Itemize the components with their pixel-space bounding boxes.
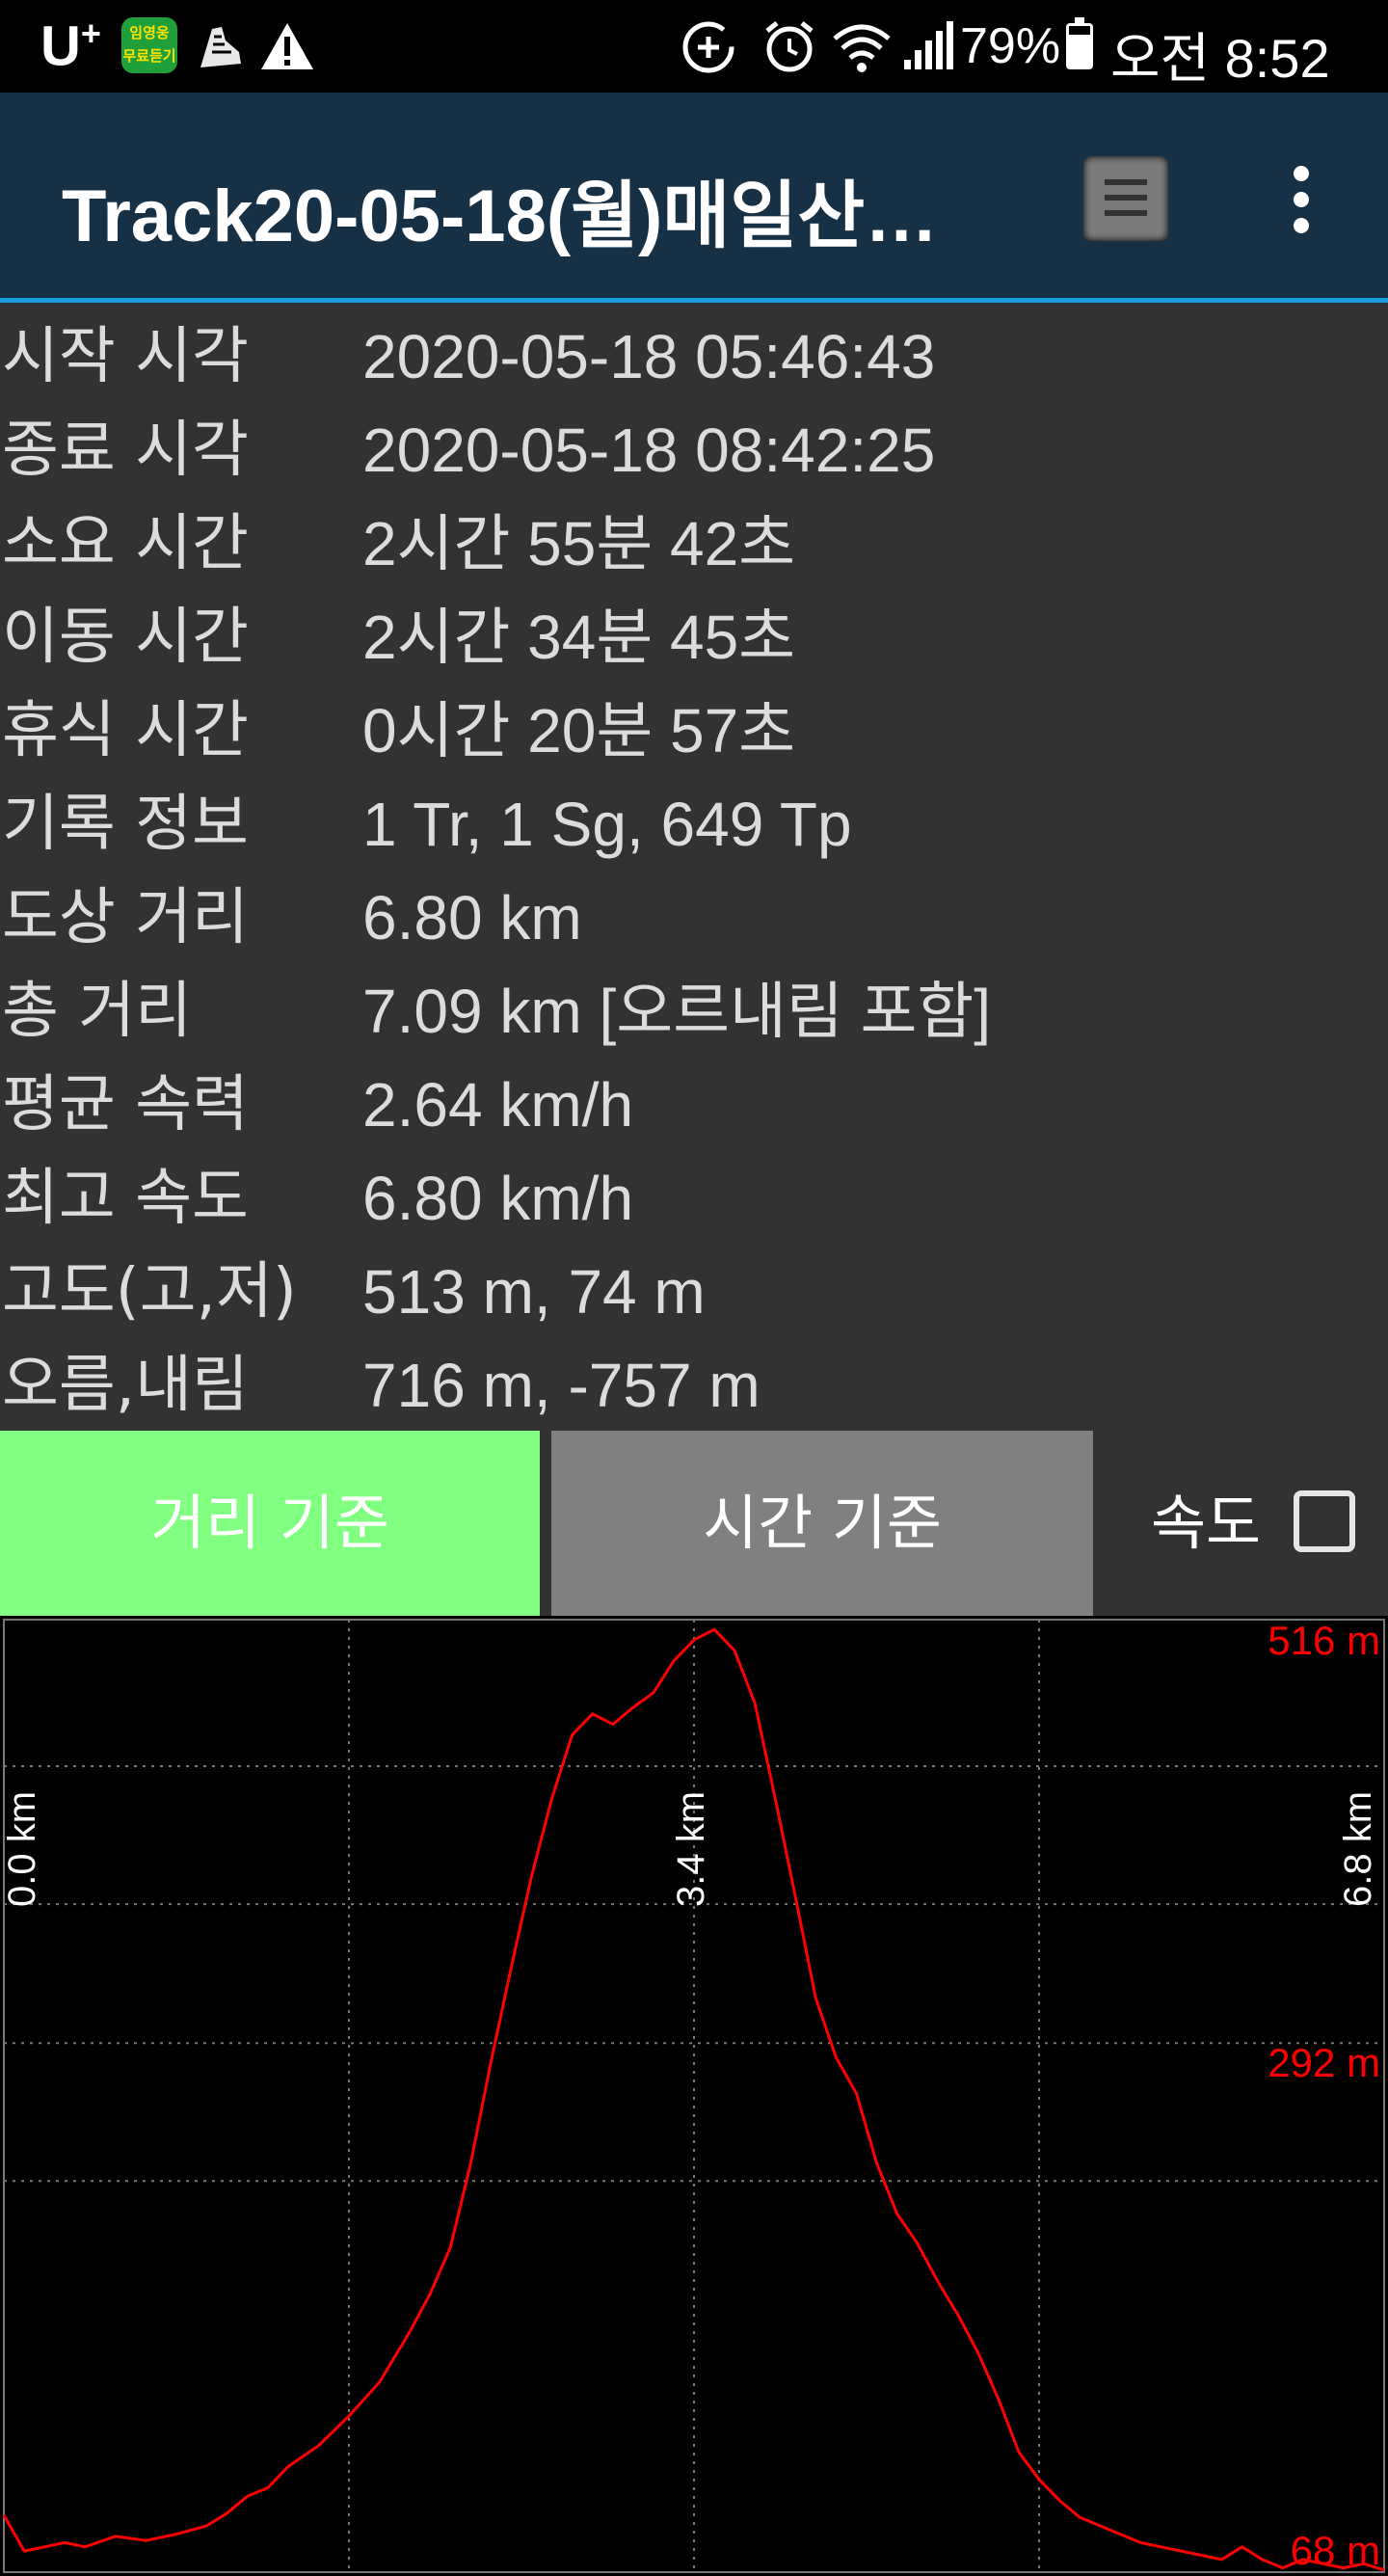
page-title: Track20-05-18(월)매일산… (62, 175, 939, 257)
track-stats: 시작 시각 2020-05-18 05:46:43 종료 시각 2020-05-18 … (0, 310, 1388, 1433)
stat-value: 6.80 km/h (362, 1164, 634, 1233)
y-tick-label-top: 516 m (1268, 1618, 1380, 1663)
stat-row: 도상 거리 6.80 km (0, 872, 1388, 965)
distance-basis-button[interactable]: 거리 기준 (0, 1431, 540, 1616)
signal-icon (904, 21, 953, 69)
stat-value: 2020-05-18 08:42:25 (362, 416, 936, 485)
stat-label: 도상 거리 (2, 882, 249, 953)
stat-value: 6.80 km (362, 883, 582, 953)
stat-row: 기록 정보 1 Tr, 1 Sg, 649 Tp (0, 778, 1388, 872)
stat-row: 오름,내림 716 m, -757 m (0, 1339, 1388, 1433)
time-basis-button[interactable]: 시간 기준 (551, 1431, 1093, 1616)
y-tick-label-mid: 292 m (1268, 2040, 1380, 2085)
app-bar: Track20-05-18(월)매일산… (0, 93, 1388, 303)
more-options-icon[interactable] (1282, 166, 1321, 233)
alarm-icon (765, 21, 814, 72)
stat-row: 고도(고,저) 513 m, 74 m (0, 1246, 1388, 1339)
stat-row: 소요 시간 2시간 55분 42초 (0, 497, 1388, 591)
clock: 오전 8:52 (1110, 28, 1330, 89)
stat-row: 종료 시각 2020-05-18 08:42:25 (0, 404, 1388, 497)
stat-value: 0시간 20분 57초 (362, 696, 796, 765)
battery-percent: 79% (960, 18, 1061, 74)
stat-row: 휴식 시간 0시간 20분 57초 (0, 684, 1388, 778)
data-saver-icon (682, 21, 734, 73)
carrier-label: U+ (40, 13, 101, 78)
stat-label: 휴식 시간 (2, 695, 249, 766)
battery-icon (1066, 17, 1093, 69)
x-tick-label-start: 0.0 km (1, 1791, 43, 1907)
elevation-chart-svg: 0.0 km 3.4 km 6.8 km 516 m 292 m 68 m (1, 1618, 1385, 2573)
stat-row: 총 거리 7.09 km [오르내림 포함] (0, 965, 1388, 1059)
stat-label: 고도(고,저) (2, 1256, 297, 1328)
app-notification-icon: 임영웅 무료듣기 (121, 17, 177, 73)
stat-value: 513 m, 74 m (362, 1257, 706, 1327)
stat-label: 종료 시각 (2, 415, 249, 486)
stat-label: 시작 시각 (2, 321, 249, 392)
stat-label: 오름,내림 (2, 1350, 249, 1421)
stat-value: 2.64 km/h (362, 1070, 634, 1140)
stat-label: 이동 시간 (2, 602, 249, 673)
status-bar: U+ 임영웅 무료듣기 79% 오전 8:52 (0, 0, 1388, 93)
stat-value: 2020-05-18 05:46:43 (362, 322, 936, 391)
stat-value: 2시간 34분 45초 (362, 603, 796, 672)
y-tick-label-bottom: 68 m (1291, 2528, 1380, 2573)
shoe-icon (200, 27, 241, 67)
chart-mode-bar: 거리 기준 시간 기준 속도 (0, 1431, 1388, 1616)
stat-label: 기록 정보 (2, 789, 249, 860)
stat-row: 시작 시각 2020-05-18 05:46:43 (0, 310, 1388, 404)
warning-icon (261, 23, 313, 69)
x-tick-label-mid: 3.4 km (670, 1791, 712, 1907)
stat-label: 평균 속력 (2, 1069, 249, 1140)
x-tick-label-end: 6.8 km (1337, 1791, 1379, 1907)
stat-value: 1 Tr, 1 Sg, 649 Tp (362, 790, 852, 859)
speed-checkbox[interactable] (1294, 1490, 1355, 1552)
stat-row: 최고 속도 6.80 km/h (0, 1152, 1388, 1246)
stat-value: 2시간 55분 42초 (362, 509, 796, 578)
elevation-chart: 0.0 km 3.4 km 6.8 km 516 m 292 m 68 m (0, 1616, 1388, 2576)
wifi-icon (833, 24, 891, 72)
stat-row: 평균 속력 2.64 km/h (0, 1059, 1388, 1152)
speed-label: 속도 (1151, 1488, 1262, 1558)
stat-value: 716 m, -757 m (362, 1351, 761, 1420)
stat-label: 총 거리 (2, 976, 192, 1047)
stat-label: 소요 시간 (2, 508, 249, 579)
stat-row: 이동 시간 2시간 34분 45초 (0, 591, 1388, 684)
stat-label: 최고 속도 (2, 1163, 249, 1234)
list-view-button[interactable] (1083, 156, 1168, 241)
stat-value: 7.09 km [오르내림 포함] (362, 977, 992, 1046)
